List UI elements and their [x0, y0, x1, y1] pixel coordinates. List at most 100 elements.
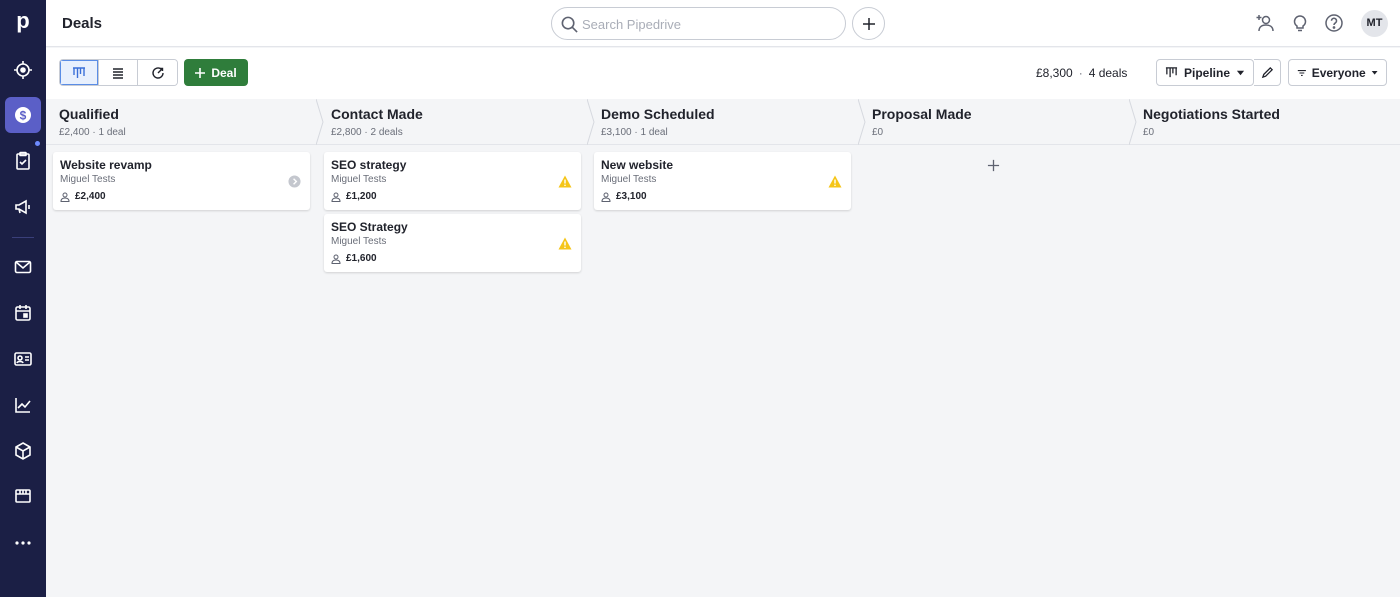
deal-owner: Miguel Tests: [331, 236, 387, 247]
search-box[interactable]: [551, 7, 846, 40]
add-deal-to-stage-button[interactable]: [983, 155, 1003, 175]
deal-title: SEO strategy: [331, 158, 407, 172]
add-deal-label: Deal: [211, 65, 237, 80]
stage-name: Proposal Made: [872, 106, 972, 122]
stage-header-demo-scheduled[interactable]: Demo Scheduled £3,100 · 1 deal: [588, 99, 859, 145]
pipeline-select[interactable]: Pipeline: [1156, 59, 1254, 86]
summary-value: £8,300: [1036, 66, 1073, 80]
neutral-arrow-icon: [287, 174, 301, 188]
deal-owner: Miguel Tests: [60, 174, 116, 185]
pipeline-view-icon: [1165, 67, 1178, 78]
sidebar-item-mail[interactable]: [5, 249, 41, 285]
deals-summary: £8,300 · 4 deals: [1036, 66, 1127, 80]
stage-name: Negotiations Started: [1143, 106, 1280, 122]
stage-meta: £3,100 · 1 deal: [601, 127, 668, 138]
summary-count: 4 deals: [1088, 66, 1128, 80]
plus-icon: [862, 17, 875, 30]
view-switcher: [59, 59, 178, 86]
deal-amount: £3,100: [616, 191, 647, 202]
stage-meta: £0: [1143, 127, 1155, 138]
sidebar: p $: [0, 0, 46, 597]
stage-header-contact-made[interactable]: Contact Made £2,800 · 2 deals: [318, 99, 589, 145]
dollar-icon: $: [15, 107, 31, 123]
box-icon: [15, 442, 31, 460]
stage-header-qualified[interactable]: Qualified £2,400 · 1 deal: [46, 99, 317, 145]
sidebar-divider: [12, 237, 34, 238]
stage-meta: £0: [872, 127, 884, 138]
sidebar-item-insights[interactable]: [5, 387, 41, 423]
sidebar-item-activities[interactable]: [5, 143, 41, 179]
owner-filter[interactable]: Everyone: [1288, 59, 1387, 86]
lightbulb-icon: [1293, 15, 1307, 32]
sidebar-item-contacts[interactable]: [5, 341, 41, 377]
stage-header-negotiations-started[interactable]: Negotiations Started £0: [1130, 99, 1400, 145]
deal-value: £3,100: [601, 191, 647, 202]
summary-separator: ·: [1078, 66, 1083, 80]
sidebar-item-deals[interactable]: $: [5, 97, 41, 133]
deal-status[interactable]: [828, 174, 842, 188]
svg-text:$: $: [20, 109, 27, 123]
sidebar-item-calendar[interactable]: [5, 295, 41, 331]
list-view-button[interactable]: [99, 60, 138, 85]
deal-title: New website: [601, 158, 674, 172]
clipboard-check-icon: [16, 151, 30, 170]
pipeline-label: Pipeline: [1183, 65, 1230, 80]
caret-down-icon: [1371, 71, 1378, 75]
forecast-view-button[interactable]: [138, 60, 177, 85]
deal-card[interactable]: SEO strategy Miguel Tests £1,200: [324, 152, 581, 210]
pencil-icon: [1261, 66, 1273, 79]
toolbar: Deal £8,300 · 4 deals Pipeline Everyone: [46, 48, 1400, 99]
stage-name: Qualified: [59, 106, 119, 122]
deal-card[interactable]: Website revamp Miguel Tests £2,400: [53, 152, 310, 210]
help-button[interactable]: [1323, 12, 1345, 34]
sidebar-item-more[interactable]: [5, 525, 41, 561]
deal-title: SEO Strategy: [331, 220, 408, 234]
sidebar-item-marketplace[interactable]: [5, 478, 41, 514]
search-input[interactable]: [582, 14, 837, 34]
deal-amount: £2,400: [75, 191, 106, 202]
invite-users-button[interactable]: [1254, 12, 1276, 34]
warning-icon: [558, 237, 572, 249]
deal-status[interactable]: [287, 174, 301, 188]
filter-icon: [1297, 69, 1306, 76]
sidebar-item-campaigns[interactable]: [5, 189, 41, 225]
deal-status[interactable]: [558, 236, 572, 250]
pipedrive-logo[interactable]: p: [8, 6, 38, 36]
add-deal-button[interactable]: Deal: [184, 59, 248, 86]
page-title: Deals: [62, 15, 103, 32]
chart-line-icon: [15, 398, 31, 413]
deal-value: £1,200: [331, 191, 377, 202]
caret-down-icon: [1236, 70, 1245, 76]
avatar[interactable]: MT: [1361, 10, 1388, 37]
sidebar-item-leads[interactable]: [5, 52, 41, 88]
filter-label: Everyone: [1311, 65, 1366, 80]
deal-title: Website revamp: [60, 158, 152, 172]
stage-name: Demo Scheduled: [601, 106, 715, 122]
target-icon: [14, 61, 32, 79]
deal-amount: £1,200: [346, 191, 377, 202]
search-icon: [561, 16, 578, 33]
warning-icon: [558, 175, 572, 187]
person-icon: [601, 192, 611, 202]
sidebar-item-products[interactable]: [5, 433, 41, 469]
deal-owner: Miguel Tests: [331, 174, 387, 185]
forecast-icon: [151, 66, 164, 79]
megaphone-icon: [15, 199, 30, 215]
plus-icon: [195, 67, 206, 78]
plus-icon: [987, 159, 999, 171]
stage-name: Contact Made: [331, 106, 423, 122]
tips-button[interactable]: [1289, 12, 1311, 34]
deal-card[interactable]: New website Miguel Tests £3,100: [594, 152, 851, 210]
help-icon: [1325, 14, 1343, 32]
stage-header-proposal-made[interactable]: Proposal Made £0: [859, 99, 1130, 145]
deal-status[interactable]: [558, 174, 572, 188]
stage-meta: £2,800 · 2 deals: [331, 127, 403, 138]
deal-card[interactable]: SEO Strategy Miguel Tests £1,600: [324, 214, 581, 272]
pipeline-board: Qualified £2,400 · 1 deal Contact Made £…: [46, 99, 1400, 597]
quick-add-button[interactable]: [852, 7, 885, 40]
store-icon: [15, 489, 31, 503]
deal-owner: Miguel Tests: [601, 174, 657, 185]
stage-meta: £2,400 · 1 deal: [59, 127, 126, 138]
edit-pipeline-button[interactable]: [1254, 59, 1281, 86]
pipeline-view-button[interactable]: [60, 60, 99, 85]
